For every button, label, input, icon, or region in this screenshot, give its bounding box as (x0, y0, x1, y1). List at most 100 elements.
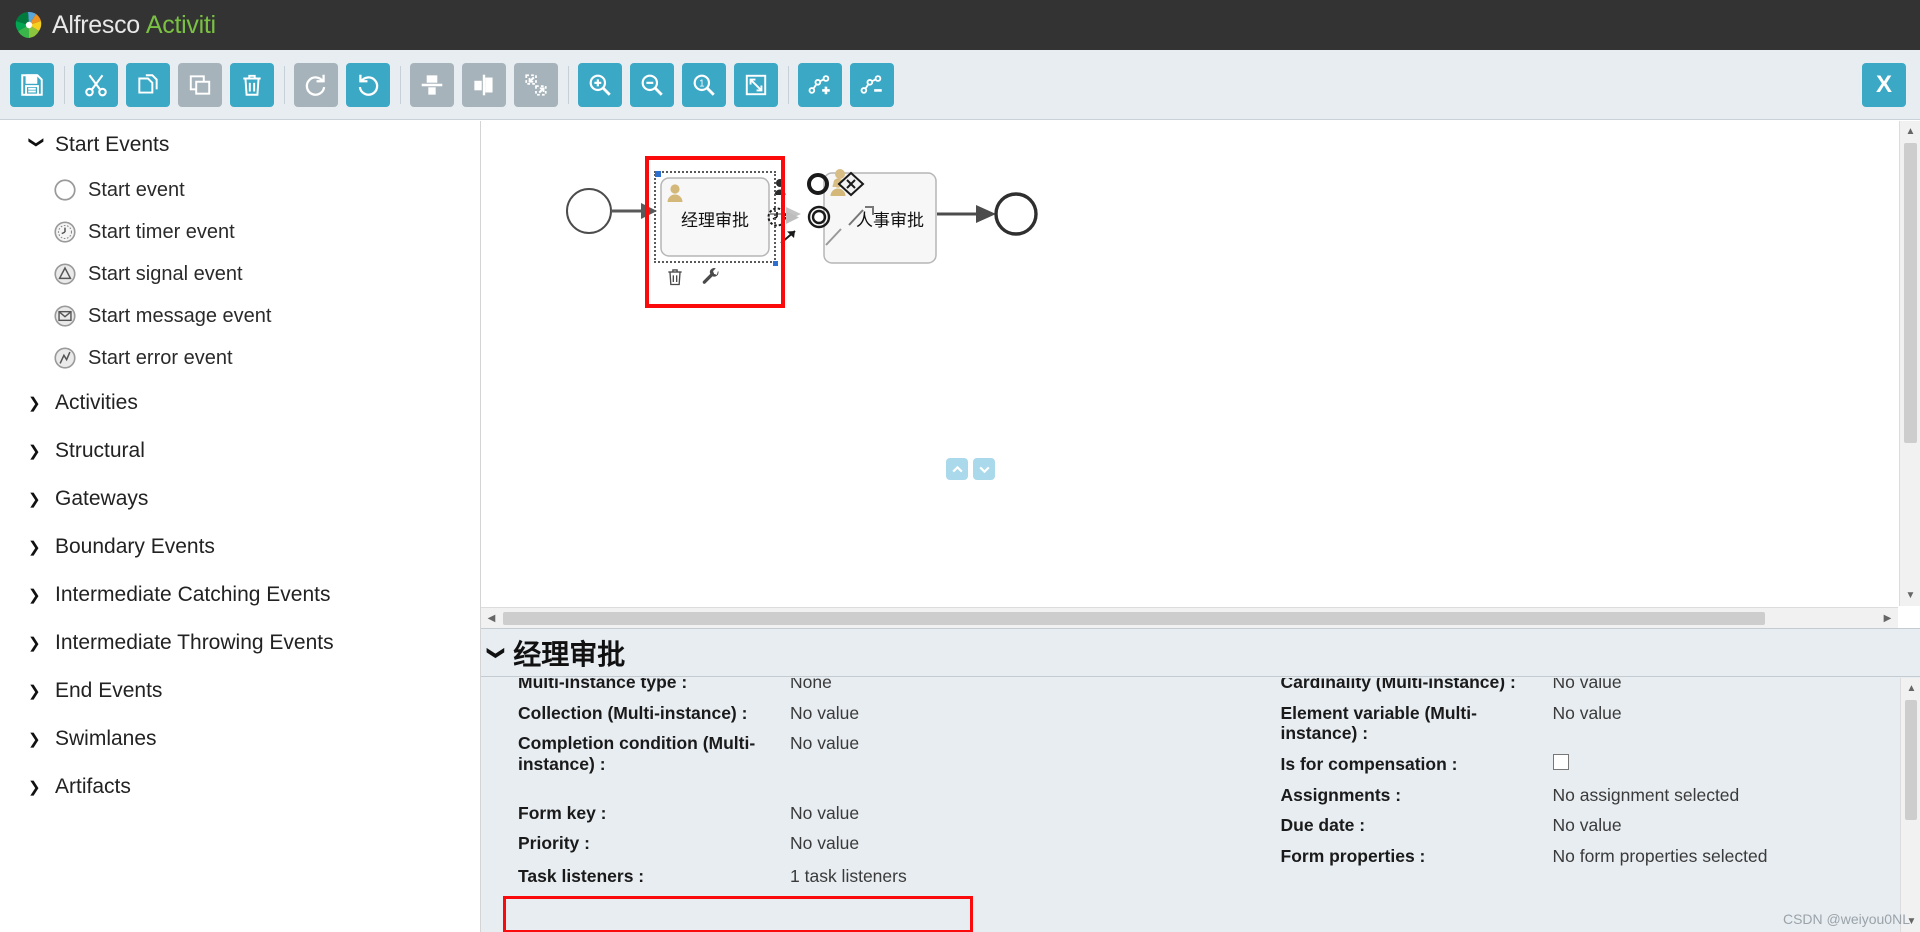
palette-group-label: Gateways (55, 487, 148, 511)
zoom-fit-icon[interactable] (734, 63, 778, 107)
property-label: Due date : (1281, 815, 1553, 836)
property-value[interactable]: No form properties selected (1553, 846, 1768, 867)
property-value[interactable]: No value (790, 733, 859, 754)
palette-group-label: Activities (55, 391, 138, 415)
property-value[interactable]: No assignment selected (1553, 785, 1740, 806)
property-value[interactable]: No value (790, 833, 859, 854)
editor-toolbar: 1 X (0, 50, 1920, 120)
start-event-node[interactable] (567, 189, 611, 233)
property-row: Form key : No value (518, 803, 1191, 824)
delete-element-icon[interactable] (665, 267, 685, 292)
palette-item-start-message-event[interactable]: Start message event (0, 295, 480, 337)
palette-group-end-events[interactable]: ❯ End Events (0, 667, 480, 715)
property-row: Completion condition (Multi-instance) : … (518, 733, 1191, 774)
palette-item-label: Start message event (88, 305, 271, 328)
same-size-icon[interactable] (514, 63, 558, 107)
palette-group-label: Structural (55, 439, 145, 463)
property-value[interactable]: None (790, 678, 832, 693)
user-task-label-1: 经理审批 (661, 206, 769, 231)
vertical-scroll-thumb[interactable] (1904, 143, 1917, 443)
delete-icon[interactable] (230, 63, 274, 107)
diagram-canvas-area: 经理审批 人事审批 ▲ ▼ ◀ (481, 121, 1920, 628)
svg-text:1: 1 (699, 78, 704, 89)
remove-bendpoint-icon[interactable] (850, 63, 894, 107)
property-row-task-listeners: Task listeners : 1 task listeners (518, 866, 1191, 887)
redo-icon[interactable] (294, 63, 338, 107)
property-row: Is for compensation : (1281, 754, 1901, 775)
scroll-down-icon[interactable] (973, 458, 995, 480)
scrollbar-down-arrow-icon[interactable]: ▼ (1900, 585, 1920, 606)
zoom-actual-icon[interactable]: 1 (682, 63, 726, 107)
palette-group-structural[interactable]: ❯ Structural (0, 427, 480, 475)
save-icon[interactable] (10, 63, 54, 107)
palette-group-boundary-events[interactable]: ❯ Boundary Events (0, 523, 480, 571)
edit-element-icon[interactable] (701, 267, 721, 292)
property-value[interactable]: No value (1553, 703, 1622, 724)
property-value[interactable]: No value (790, 703, 859, 724)
undo-icon[interactable] (346, 63, 390, 107)
palette-group-start-events[interactable]: ❯ Start Events (0, 121, 480, 169)
properties-scroll-thumb[interactable] (1905, 700, 1917, 820)
copy-icon[interactable] (126, 63, 170, 107)
canvas-vertical-scrollbar[interactable]: ▲ ▼ (1899, 121, 1920, 606)
property-label: Collection (Multi-instance) : (518, 703, 790, 724)
is-for-compensation-checkbox[interactable] (1553, 754, 1569, 770)
add-bendpoint-icon[interactable] (798, 63, 842, 107)
palette-item-start-event[interactable]: Start event (0, 169, 480, 211)
property-row: Element variable (Multi-instance) : No v… (1281, 703, 1901, 744)
palette-group-intermediate-catching-events[interactable]: ❯ Intermediate Catching Events (0, 571, 480, 619)
zoom-in-icon[interactable] (578, 63, 622, 107)
palette-item-start-error-event[interactable]: Start error event (0, 337, 480, 379)
chevron-right-icon: ❯ (28, 490, 46, 508)
scroll-up-icon[interactable] (946, 458, 968, 480)
property-row: Due date : No value (1281, 815, 1901, 836)
palette-group-label: End Events (55, 679, 162, 703)
cut-icon[interactable] (74, 63, 118, 107)
property-label: Form properties : (1281, 846, 1553, 867)
chevron-right-icon: ❯ (28, 730, 46, 748)
property-value[interactable]: 1 task listeners (790, 866, 907, 887)
palette-group-label: Start Events (55, 133, 169, 157)
element-action-bar (665, 267, 721, 292)
palette-group-gateways[interactable]: ❯ Gateways (0, 475, 480, 523)
palette-group-label: Swimlanes (55, 727, 157, 751)
palette-item-start-timer-event[interactable]: Start timer event (0, 211, 480, 253)
horizontal-scroll-thumb[interactable] (503, 612, 1765, 625)
palette-group-label: Intermediate Throwing Events (55, 631, 334, 655)
brand-name-secondary: Activiti (146, 11, 216, 39)
brand[interactable]: AlfrescoActiviti (0, 10, 216, 40)
properties-panel-header[interactable]: ❯ 经理审批 (481, 629, 1920, 677)
scrollbar-up-arrow-icon[interactable]: ▲ (1900, 121, 1920, 142)
palette-group-label: Intermediate Catching Events (55, 583, 330, 607)
palette-group-activities[interactable]: ❯ Activities (0, 379, 480, 427)
close-editor-button[interactable]: X (1862, 63, 1906, 107)
scrollbar-left-arrow-icon[interactable]: ◀ (481, 608, 502, 629)
chevron-down-icon: ❯ (28, 136, 46, 154)
palette-group-swimlanes[interactable]: ❯ Swimlanes (0, 715, 480, 763)
resize-handle-top-left[interactable] (655, 171, 661, 177)
resize-handle-bottom-right[interactable] (773, 261, 778, 266)
property-row: Multi-instance type : None (518, 678, 1191, 693)
properties-vertical-scrollbar[interactable]: ▲ ▼ (1900, 678, 1920, 932)
property-value[interactable]: No value (1553, 815, 1622, 836)
palette-item-label: Start event (88, 179, 185, 202)
property-label: Form key : (518, 803, 790, 824)
zoom-out-icon[interactable] (630, 63, 674, 107)
property-value[interactable]: No value (1553, 678, 1622, 693)
palette-group-artifacts[interactable]: ❯ Artifacts (0, 763, 480, 811)
canvas-horizontal-scrollbar[interactable]: ◀ ▶ (481, 607, 1898, 628)
diagram-canvas[interactable]: 经理审批 人事审批 (481, 121, 1898, 606)
toolbar-separator (284, 66, 285, 104)
paste-icon[interactable] (178, 63, 222, 107)
align-vertical-icon[interactable] (410, 63, 454, 107)
scrollbar-right-arrow-icon[interactable]: ▶ (1877, 608, 1898, 629)
end-event-node[interactable] (996, 194, 1036, 234)
property-label: Multi-instance type : (518, 678, 790, 693)
palette-item-start-signal-event[interactable]: Start signal event (0, 253, 480, 295)
palette-group-intermediate-throwing-events[interactable]: ❯ Intermediate Throwing Events (0, 619, 480, 667)
palette-item-label: Start timer event (88, 221, 235, 244)
property-row: Priority : No value (518, 833, 1191, 854)
align-horizontal-icon[interactable] (462, 63, 506, 107)
property-value[interactable]: No value (790, 803, 859, 824)
scrollbar-up-arrow-icon[interactable]: ▲ (1901, 678, 1920, 699)
